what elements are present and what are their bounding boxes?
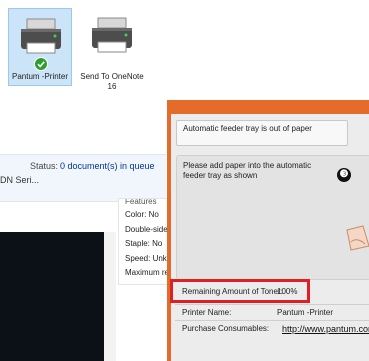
divider — [104, 232, 116, 361]
toner-label: Remaining Amount of Toner: — [182, 287, 283, 296]
printer-name-field-label: Printer Name: — [182, 308, 232, 317]
printer-status-panel: Automatic feeder tray is out of paper Pl… — [167, 100, 369, 361]
panel-border — [167, 100, 171, 361]
green-check-icon — [34, 57, 48, 71]
alert-title: Automatic feeder tray is out of paper — [183, 124, 312, 133]
paper-tray-illustration-icon — [346, 225, 369, 251]
feature-item: Double-sided — [125, 225, 169, 234]
device-name-partial: DN Seri... — [0, 175, 40, 185]
preview-pane — [0, 232, 104, 361]
alert-title-box: Automatic feeder tray is out of paper — [176, 120, 348, 146]
consumables-label: Purchase Consumables: — [182, 324, 270, 333]
panel-title-bar — [167, 100, 369, 114]
status-value: 0 document(s) in queue — [60, 161, 155, 171]
printer-tile-pantum[interactable]: Pantum -Printer — [8, 8, 72, 86]
alert-message-box: Please add paper into the automatic feed… — [176, 155, 369, 280]
divider — [175, 320, 369, 321]
printer-name-label: Send To OneNote 16 — [80, 72, 144, 91]
alert-message: Please add paper into the automatic feed… — [183, 161, 312, 180]
printer-icon — [92, 17, 132, 53]
feature-item: Color: No — [125, 210, 159, 219]
queue-status-bar: Status: 0 document(s) in queue DN Seri..… — [0, 154, 166, 202]
status-label: Status: — [30, 161, 59, 171]
printer-tile-onenote[interactable]: Send To OneNote 16 — [80, 8, 144, 91]
step-number-badge: ❸ — [337, 168, 351, 182]
printer-name-field-value: Pantum -Printer — [277, 308, 334, 317]
toner-value: 100% — [277, 287, 298, 296]
divider — [175, 304, 369, 305]
feature-item: Speed: Unknown — [125, 254, 169, 263]
features-header: Features — [125, 198, 157, 206]
consumables-link[interactable]: http://www.pantum.com — [282, 324, 369, 334]
features-list: Features Color: No Double-sided Staple: … — [118, 198, 169, 285]
feature-item: Staple: No — [125, 239, 163, 248]
printer-name-label: Pantum -Printer — [11, 72, 69, 81]
feature-item: Maximum resolution — [125, 268, 169, 277]
